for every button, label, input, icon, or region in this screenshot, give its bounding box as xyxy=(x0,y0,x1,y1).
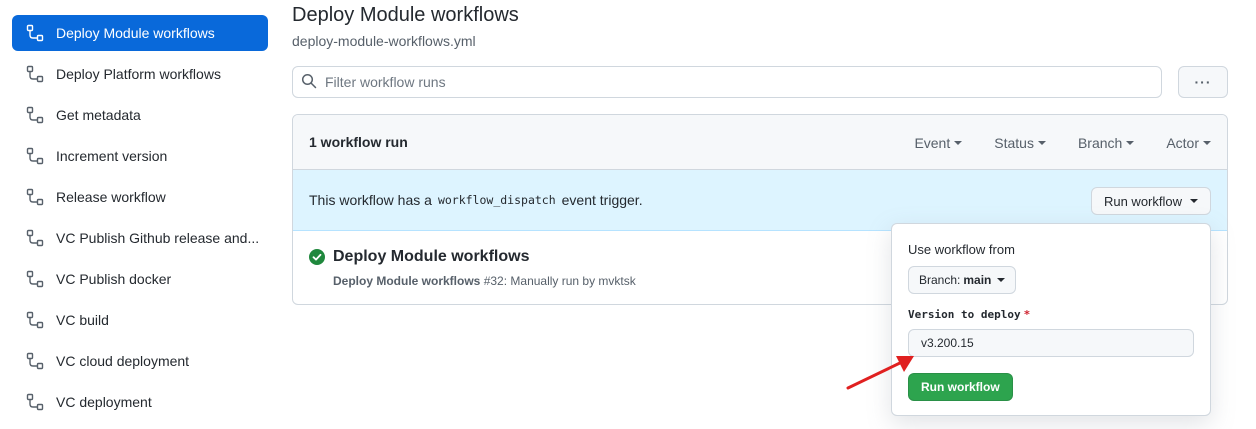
sidebar-item-label: Get metadata xyxy=(56,107,141,123)
dispatch-text-prefix: This workflow has a xyxy=(309,192,432,208)
run-detail: #32: Manually run by mvktsk xyxy=(483,274,636,288)
workflow-icon xyxy=(26,24,44,42)
run-subtitle: Deploy Module workflows #32: Manually ru… xyxy=(333,274,636,288)
event-filter-dropdown[interactable]: Event xyxy=(914,134,963,151)
workflow-icon xyxy=(26,106,44,124)
sidebar-item-vc-publish-docker[interactable]: VC Publish docker xyxy=(12,261,268,297)
sidebar-item-label: VC cloud deployment xyxy=(56,353,190,369)
annotation-arrow-icon xyxy=(846,356,914,390)
workflow-icon xyxy=(26,270,44,288)
filter-workflow-runs-input[interactable] xyxy=(325,74,1161,90)
page-title: Deploy Module workflows xyxy=(292,4,519,26)
run-workflow-dropdown-button[interactable]: Run workflow xyxy=(1090,187,1211,215)
filter-label: Status xyxy=(994,134,1034,151)
branch-filter-dropdown[interactable]: Branch xyxy=(1077,134,1135,151)
filter-label: Event xyxy=(914,134,951,151)
search-icon xyxy=(301,73,325,92)
sidebar-item-label: VC Publish Github release and... xyxy=(56,230,260,246)
caret-down-icon xyxy=(997,278,1006,282)
kebab-icon: ··· xyxy=(1194,74,1212,90)
branch-prefix: Branch: xyxy=(919,273,961,287)
dispatch-text-suffix: event trigger. xyxy=(561,192,643,208)
caret-down-icon xyxy=(1190,199,1198,203)
runs-header: 1 workflow run Event Status Branch Actor xyxy=(293,115,1227,170)
run-workflow-label: Run workflow xyxy=(1103,193,1182,209)
sidebar-item-vc-cloud-deployment[interactable]: VC cloud deployment xyxy=(12,343,268,379)
sidebar-item-label: VC deployment xyxy=(56,394,152,410)
sidebar-item-label: Increment version xyxy=(56,148,168,164)
caret-down-icon xyxy=(1126,140,1135,145)
branch-value: main xyxy=(963,273,992,287)
sidebar-item-label: Deploy Module workflows xyxy=(56,25,215,41)
use-workflow-from-label: Use workflow from xyxy=(908,242,1015,257)
actor-filter-dropdown[interactable]: Actor xyxy=(1166,135,1211,151)
version-to-deploy-label: Version to deploy * xyxy=(908,308,1030,321)
sidebar-item-label: VC Publish docker xyxy=(56,271,172,287)
required-mark: * xyxy=(1023,308,1031,321)
sidebar-item-vc-deployment[interactable]: VC deployment xyxy=(12,384,268,420)
caret-down-icon xyxy=(954,140,963,145)
workflow-icon xyxy=(26,188,44,206)
sidebar-item-vc-build[interactable]: VC build xyxy=(12,302,268,338)
runs-filters: Event Status Branch Actor xyxy=(882,115,1211,170)
workflow-icon xyxy=(26,352,44,370)
filter-runs-box[interactable] xyxy=(292,66,1162,98)
runs-count: 1 workflow run xyxy=(309,134,408,150)
filter-label: Branch xyxy=(1077,134,1123,151)
sidebar-item-vc-publish-github-release[interactable]: VC Publish Github release and... xyxy=(12,220,268,256)
version-label-text: Version to deploy xyxy=(908,308,1021,321)
sidebar-item-deploy-platform-workflows[interactable]: Deploy Platform workflows xyxy=(12,56,268,92)
more-options-button[interactable]: ··· xyxy=(1178,66,1228,98)
sidebar-item-release-workflow[interactable]: Release workflow xyxy=(12,179,268,215)
branch-select-button[interactable]: Branch: main xyxy=(908,266,1017,294)
sidebar-item-label: VC build xyxy=(56,312,109,328)
workflow-icon xyxy=(26,393,44,411)
dispatch-notice: This workflow has a workflow_dispatch ev… xyxy=(293,170,1227,231)
version-to-deploy-input[interactable] xyxy=(908,329,1194,357)
workflow-icon xyxy=(26,229,44,247)
workflow-icon xyxy=(26,311,44,329)
filter-label: Actor xyxy=(1166,134,1199,151)
workflow-icon xyxy=(26,65,44,83)
run-workflow-name: Deploy Module workflows xyxy=(333,274,481,288)
caret-down-icon xyxy=(1203,140,1211,145)
sidebar-item-increment-version[interactable]: Increment version xyxy=(12,138,268,174)
sidebar-item-label: Deploy Platform workflows xyxy=(56,66,221,82)
sidebar-item-label: Release workflow xyxy=(56,189,166,205)
sidebar-item-get-metadata[interactable]: Get metadata xyxy=(12,97,268,133)
workflow-filename-link[interactable]: deploy-module-workflows.yml xyxy=(292,33,476,49)
run-title-link[interactable]: Deploy Module workflows xyxy=(333,248,529,266)
sidebar-item-deploy-module-workflows[interactable]: Deploy Module workflows xyxy=(12,15,268,51)
workflow-icon xyxy=(26,147,44,165)
dispatch-code: workflow_dispatch xyxy=(437,193,556,207)
caret-down-icon xyxy=(1037,140,1046,145)
status-filter-dropdown[interactable]: Status xyxy=(994,135,1046,151)
run-workflow-popover: Use workflow from Branch: main Version to… xyxy=(891,223,1211,416)
